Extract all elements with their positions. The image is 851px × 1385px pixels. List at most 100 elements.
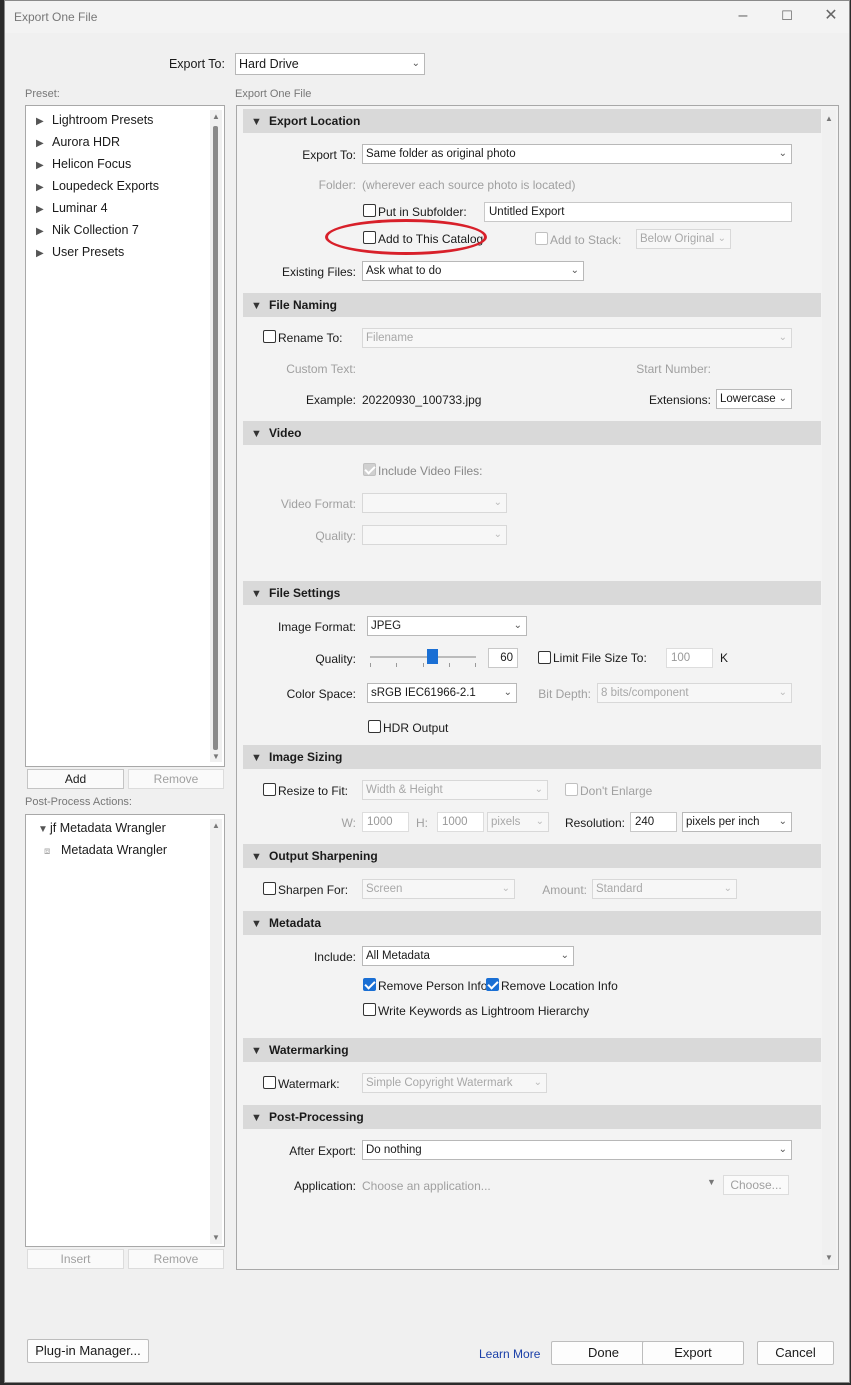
preset-list[interactable]: ▶ Lightroom Presets ▶ Aurora HDR ▶ Helicon … (25, 105, 225, 767)
extensions-select[interactable]: Lowercase ⌄ (716, 389, 792, 409)
section-file-naming[interactable]: ▼ File Naming (243, 293, 821, 317)
post-process-list[interactable]: ▼ jf Metadata Wrangler ⧈ Metadata Wrangler… (25, 814, 225, 1247)
video-format-select[interactable]: ⌄ (362, 493, 507, 513)
size-unit-select[interactable]: pixels ⌄ (487, 812, 549, 832)
expand-triangle-icon[interactable]: ▶ (36, 226, 52, 237)
preset-item[interactable]: ▶ Luminar 4 (36, 201, 108, 215)
hdr-output-checkbox[interactable] (368, 720, 381, 733)
section-collapse-icon[interactable]: ▼ (251, 1106, 269, 1130)
preset-item[interactable]: ▶ Lightroom Presets (36, 113, 153, 127)
expand-triangle-icon[interactable]: ▶ (36, 204, 52, 215)
subfolder-checkbox[interactable] (363, 204, 376, 217)
preset-item[interactable]: ▶ Loupedeck Exports (36, 179, 159, 193)
quality-input[interactable]: 60 (488, 648, 518, 668)
bit-depth-select[interactable]: 8 bits/component ⌄ (597, 683, 792, 703)
section-export-location[interactable]: ▼ Export Location (243, 109, 821, 133)
export-button[interactable]: Export (642, 1341, 744, 1365)
section-collapse-icon[interactable]: ▼ (251, 110, 269, 134)
rename-select[interactable]: Filename ⌄ (362, 328, 792, 348)
remove-person-checkbox[interactable] (363, 978, 376, 991)
scroll-down-icon[interactable]: ▼ (212, 752, 220, 761)
amount-select[interactable]: Standard ⌄ (592, 879, 737, 899)
done-button[interactable]: Done (551, 1341, 656, 1365)
preset-item[interactable]: ▶ Helicon Focus (36, 157, 131, 171)
watermark-checkbox[interactable] (263, 1076, 276, 1089)
preset-item[interactable]: ▶ Aurora HDR (36, 135, 120, 149)
limit-size-checkbox[interactable] (538, 651, 551, 664)
resolution-unit-select[interactable]: pixels per inch ⌄ (682, 812, 792, 832)
resolution-input[interactable]: 240 (630, 812, 677, 832)
scroll-up-icon[interactable]: ▲ (212, 112, 220, 121)
image-format-select[interactable]: JPEG ⌄ (367, 616, 527, 636)
watermark-select[interactable]: Simple Copyright Watermark ⌄ (362, 1073, 547, 1093)
plugin-manager-button[interactable]: Plug-in Manager... (27, 1339, 149, 1363)
minimize-icon[interactable]: – (723, 5, 763, 29)
video-quality-select[interactable]: ⌄ (362, 525, 507, 545)
post-process-insert-button[interactable]: Insert (27, 1249, 124, 1269)
maximize-icon[interactable]: ☐ (767, 5, 807, 29)
expand-triangle-icon[interactable]: ▶ (36, 160, 52, 171)
preset-item[interactable]: ▶ Nik Collection 7 (36, 223, 139, 237)
export-to-select[interactable]: Same folder as original photo ⌄ (362, 144, 792, 164)
section-collapse-icon[interactable]: ▼ (251, 1039, 269, 1063)
export-to-top-select[interactable]: Hard Drive ⌄ (235, 53, 425, 75)
post-process-child[interactable]: ⧈ Metadata Wrangler (44, 843, 167, 857)
resize-checkbox[interactable] (263, 783, 276, 796)
expand-triangle-icon[interactable]: ▶ (36, 116, 52, 127)
preset-item[interactable]: ▶ User Presets (36, 245, 124, 259)
dont-enlarge-checkbox[interactable] (565, 783, 578, 796)
settings-scrollbar[interactable]: ▲ ▼ (822, 110, 836, 1265)
application-placeholder[interactable]: Choose an application... (362, 1179, 491, 1193)
after-export-select[interactable]: Do nothing ⌄ (362, 1140, 792, 1160)
remove-location-checkbox[interactable] (486, 978, 499, 991)
color-space-select[interactable]: sRGB IEC61966-2.1 ⌄ (367, 683, 517, 703)
section-image-sizing[interactable]: ▼ Image Sizing (243, 745, 821, 769)
expand-triangle-icon[interactable]: ▶ (36, 248, 52, 259)
section-collapse-icon[interactable]: ▼ (251, 912, 269, 936)
section-file-settings[interactable]: ▼ File Settings (243, 581, 821, 605)
cancel-button[interactable]: Cancel (757, 1341, 834, 1365)
write-keywords-checkbox[interactable] (363, 1003, 376, 1016)
existing-files-select[interactable]: Ask what to do ⌄ (362, 261, 584, 281)
metadata-include-select[interactable]: All Metadata ⌄ (362, 946, 574, 966)
post-process-parent[interactable]: ▼ jf Metadata Wrangler (38, 821, 166, 835)
learn-more-link[interactable]: Learn More (479, 1347, 540, 1361)
section-metadata[interactable]: ▼ Metadata (243, 911, 821, 935)
section-collapse-icon[interactable]: ▼ (251, 294, 269, 318)
preset-scrollbar[interactable]: ▲ ▼ (210, 110, 222, 762)
limit-size-input[interactable]: 100 (666, 648, 713, 668)
add-to-stack-checkbox[interactable] (535, 232, 548, 245)
choose-application-button[interactable]: Choose... (723, 1175, 789, 1195)
section-post-processing[interactable]: ▼ Post-Processing (243, 1105, 821, 1129)
expand-triangle-icon[interactable]: ▶ (36, 182, 52, 193)
expand-triangle-icon[interactable]: ▶ (36, 138, 52, 149)
rename-checkbox[interactable] (263, 330, 276, 343)
sharpen-for-select[interactable]: Screen ⌄ (362, 879, 515, 899)
section-video[interactable]: ▼ Video (243, 421, 821, 445)
scroll-down-icon[interactable]: ▼ (825, 1253, 833, 1262)
section-collapse-icon[interactable]: ▼ (251, 845, 269, 869)
slider-thumb[interactable] (427, 649, 438, 664)
preset-add-button[interactable]: Add (27, 769, 124, 789)
subfolder-input[interactable]: Untitled Export (484, 202, 792, 222)
sharpen-checkbox[interactable] (263, 882, 276, 895)
width-input[interactable]: 1000 (362, 812, 409, 832)
post-process-remove-button[interactable]: Remove (128, 1249, 224, 1269)
resize-mode-select[interactable]: Width & Height ⌄ (362, 780, 548, 800)
post-process-scrollbar[interactable]: ▲ ▼ (210, 819, 222, 1244)
height-input[interactable]: 1000 (437, 812, 484, 832)
section-collapse-icon[interactable]: ▼ (251, 746, 269, 770)
scroll-up-icon[interactable]: ▲ (212, 821, 220, 830)
stack-position-select[interactable]: Below Original ⌄ (636, 229, 731, 249)
scroll-up-icon[interactable]: ▲ (825, 114, 833, 123)
close-icon[interactable]: ✕ (811, 5, 851, 29)
application-dropdown-icon[interactable]: ▼ (707, 1177, 716, 1187)
scroll-down-icon[interactable]: ▼ (212, 1233, 220, 1242)
section-output-sharpening[interactable]: ▼ Output Sharpening (243, 844, 821, 868)
section-collapse-icon[interactable]: ▼ (251, 422, 269, 446)
scroll-thumb[interactable] (213, 126, 218, 750)
section-watermarking[interactable]: ▼ Watermarking (243, 1038, 821, 1062)
section-collapse-icon[interactable]: ▼ (251, 582, 269, 606)
collapse-triangle-icon[interactable]: ▼ (38, 824, 50, 835)
include-video-checkbox[interactable] (363, 463, 376, 476)
